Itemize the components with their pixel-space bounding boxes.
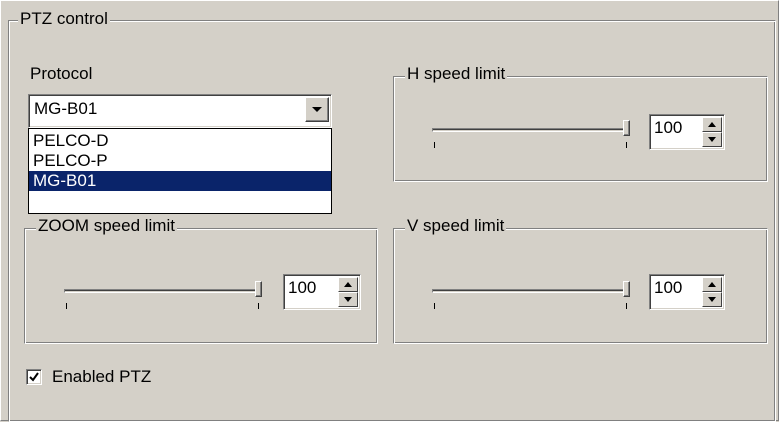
triangle-up-icon	[708, 122, 716, 127]
zoom-speed-value[interactable]: 100	[288, 277, 316, 299]
h-speed-spin-buttons	[702, 117, 722, 147]
protocol-option-pelco-d[interactable]: PELCO-D	[29, 131, 331, 151]
protocol-label: Protocol	[30, 64, 93, 83]
protocol-option-pelco-p[interactable]: PELCO-P	[29, 151, 331, 171]
triangle-down-icon	[344, 297, 352, 302]
zoom-speed-slider[interactable]	[64, 281, 264, 311]
triangle-up-icon	[708, 282, 716, 287]
v-speed-slider-tick-min	[434, 303, 435, 309]
enabled-ptz-checkbox[interactable]	[26, 369, 42, 385]
h-speed-slider-tick-min	[434, 142, 435, 148]
h-speed-value[interactable]: 100	[654, 117, 682, 139]
v-speed-slider-tick-max	[626, 303, 627, 309]
enabled-ptz-label[interactable]: Enabled PTZ	[52, 367, 151, 387]
protocol-option-mg-b01[interactable]: MG-B01	[29, 171, 331, 191]
zoom-speed-slider-track	[64, 289, 260, 293]
protocol-selected-value: MG-B01	[34, 99, 98, 118]
h-speed-slider-thumb[interactable]	[623, 120, 630, 136]
h-speed-limit-title: H speed limit	[405, 64, 508, 84]
zoom-speed-limit-title: ZOOM speed limit	[36, 216, 177, 236]
v-speed-limit-title: V speed limit	[405, 216, 507, 236]
h-speed-slider[interactable]	[432, 120, 632, 150]
v-speed-spin-buttons	[702, 277, 722, 307]
v-speed-decrement-button[interactable]	[702, 292, 722, 307]
zoom-speed-increment-button[interactable]	[338, 277, 358, 292]
h-speed-slider-track	[432, 128, 628, 132]
zoom-speed-slider-thumb[interactable]	[255, 281, 262, 297]
h-speed-increment-button[interactable]	[702, 117, 722, 132]
v-speed-slider-track	[432, 289, 628, 293]
ptz-control-title: PTZ control	[18, 9, 110, 29]
v-speed-slider-thumb[interactable]	[623, 281, 630, 297]
protocol-select[interactable]: MG-B01	[28, 94, 332, 128]
h-speed-spinbox[interactable]: 100	[649, 114, 725, 150]
protocol-dropdown-button[interactable]	[305, 97, 329, 122]
chevron-down-icon	[312, 107, 322, 112]
h-speed-slider-tick-max	[626, 142, 627, 148]
h-speed-decrement-button[interactable]	[702, 132, 722, 147]
v-speed-increment-button[interactable]	[702, 277, 722, 292]
triangle-up-icon	[344, 282, 352, 287]
zoom-speed-decrement-button[interactable]	[338, 292, 358, 307]
zoom-speed-slider-tick-min	[66, 303, 67, 309]
v-speed-value[interactable]: 100	[654, 277, 682, 299]
triangle-down-icon	[708, 297, 716, 302]
v-speed-spinbox[interactable]: 100	[649, 274, 725, 310]
zoom-speed-spin-buttons	[338, 277, 358, 307]
v-speed-slider[interactable]	[432, 281, 632, 311]
triangle-down-icon	[708, 137, 716, 142]
protocol-dropdown-list: PELCO-D PELCO-P MG-B01	[28, 128, 332, 214]
check-icon	[29, 372, 39, 382]
zoom-speed-slider-tick-max	[258, 303, 259, 309]
zoom-speed-spinbox[interactable]: 100	[283, 274, 361, 310]
